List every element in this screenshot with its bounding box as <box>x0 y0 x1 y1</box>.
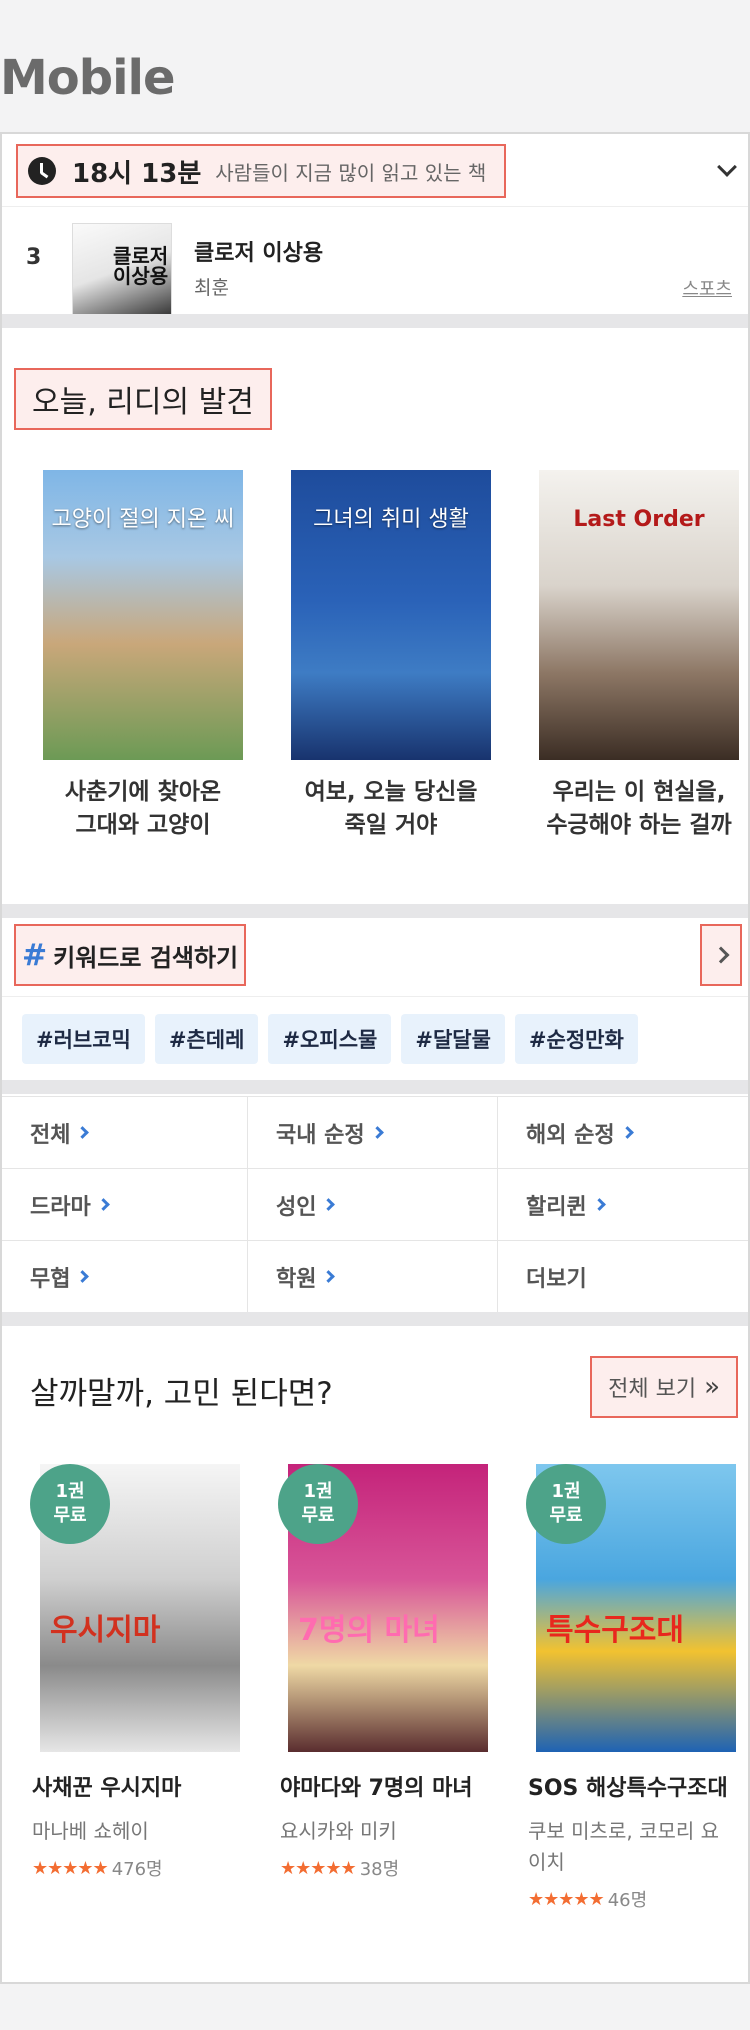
keyword-chip[interactable]: #오피스물 <box>268 1014 392 1064</box>
keyword-chip[interactable]: #츤데레 <box>154 1014 259 1064</box>
rating-count: 38명 <box>359 1859 400 1880</box>
book-title: 여보, 오늘 당신을 죽일 거야 <box>304 779 478 839</box>
chevron-right-icon <box>322 1270 336 1283</box>
free-badge: 1권 무료 <box>278 1464 358 1544</box>
book-cover: Last Order <box>539 470 739 760</box>
double-chevron-icon: » <box>704 1372 720 1402</box>
hash-icon: # <box>22 937 48 973</box>
discovery-title: 오늘, 리디의 발견 <box>14 368 272 430</box>
recommend-title: 살까말까, 고민 된다면? <box>30 1376 333 1412</box>
book-cover: 클로저 이상용 <box>72 223 172 315</box>
rating-count: 46명 <box>607 1890 648 1911</box>
section-divider <box>2 1080 748 1094</box>
category-item[interactable]: 할리퀸 <box>498 1169 748 1241</box>
book-genre-link[interactable]: 스포츠 <box>682 275 732 301</box>
recommend-book[interactable]: 1권 무료 특수구조대 SOS 해상특수구조대 쿠보 미츠로, 코모리 요이치 ★… <box>526 1464 736 1912</box>
keyword-chip[interactable]: #달달물 <box>401 1014 505 1064</box>
free-badge: 1권 무료 <box>30 1464 110 1544</box>
chevron-right-icon <box>592 1198 606 1211</box>
star-rating-icon: ★★★★★ <box>32 1857 109 1879</box>
book-title: 클로저 이상용 <box>194 241 324 266</box>
chevron-down-icon[interactable] <box>717 157 737 177</box>
chevron-right-icon <box>76 1270 90 1283</box>
recommend-book[interactable]: 1권 무료 7명의 마녀 야마다와 7명의 마녀 요시카와 미키 ★★★★★ 38… <box>278 1464 488 1881</box>
category-item[interactable]: 성인 <box>248 1169 498 1241</box>
discovery-book[interactable]: Last Order 우리는 이 현실을, 수긍해야 하는 걸까 <box>534 470 744 843</box>
book-author: 요시카와 미키 <box>280 1819 397 1843</box>
rating-count: 476명 <box>111 1859 163 1880</box>
clock-icon <box>28 157 56 185</box>
star-rating-icon: ★★★★★ <box>528 1888 605 1910</box>
category-more[interactable]: 더보기 <box>498 1241 748 1313</box>
category-item[interactable]: 전체 <box>2 1097 248 1169</box>
chevron-right-icon <box>322 1198 336 1211</box>
free-badge: 1권 무료 <box>526 1464 606 1544</box>
category-item[interactable]: 해외 순정 <box>498 1097 748 1169</box>
chevron-right-icon <box>96 1198 110 1211</box>
book-author: 쿠보 미츠로, 코모리 요이치 <box>528 1819 720 1874</box>
recommend-book[interactable]: 1권 무료 우시지마 사채꾼 우시지마 마나베 쇼헤이 ★★★★★ 476명 <box>30 1464 240 1881</box>
chevron-right-icon <box>76 1126 90 1139</box>
page-title: Mobile <box>0 50 176 106</box>
category-grid: 전체 국내 순정 해외 순정 드라마 성인 할리퀸 무협 학원 더보기 <box>2 1096 748 1313</box>
rating: ★★★★★ 38명 <box>278 1855 483 1881</box>
category-item[interactable]: 드라마 <box>2 1169 248 1241</box>
book-title: 사채꾼 우시지마 <box>32 1776 182 1801</box>
divider <box>2 996 748 997</box>
book-title: 야마다와 7명의 마녀 <box>280 1776 473 1801</box>
realtime-header[interactable]: 18시 13분 사람들이 지금 많이 읽고 있는 책 <box>16 144 506 198</box>
book-cover: 고양이 절의 지온 씨 <box>43 470 243 760</box>
star-rating-icon: ★★★★★ <box>280 1857 357 1879</box>
keyword-chip[interactable]: #러브코믹 <box>22 1014 145 1064</box>
discovery-book[interactable]: 고양이 절의 지온 씨 사춘기에 찾아온 그대와 고양이 <box>38 470 248 843</box>
view-all-button[interactable]: 전체 보기 » <box>590 1356 738 1418</box>
realtime-book-row[interactable]: 3 클로저 이상용 클로저 이상용 최훈 스포츠 <box>2 206 748 315</box>
keyword-search-title[interactable]: # 키워드로 검색하기 <box>14 924 247 986</box>
section-divider <box>2 314 748 328</box>
realtime-time: 18시 13분 <box>72 158 202 189</box>
discovery-book[interactable]: 그녀의 취미 생활 여보, 오늘 당신을 죽일 거야 <box>286 470 496 843</box>
mobile-frame: 18시 13분 사람들이 지금 많이 읽고 있는 책 3 클로저 이상용 클로저… <box>0 132 750 1984</box>
book-title: SOS 해상특수구조대 <box>528 1776 728 1801</box>
book-title: 우리는 이 현실을, 수긍해야 하는 걸까 <box>546 779 732 839</box>
category-item[interactable]: 학원 <box>248 1241 498 1313</box>
chevron-right-icon <box>370 1126 384 1139</box>
rating: ★★★★★ 476명 <box>30 1855 235 1881</box>
book-author: 마나베 쇼헤이 <box>32 1819 149 1843</box>
book-author: 최훈 <box>194 277 229 299</box>
section-divider <box>2 904 748 918</box>
book-title: 사춘기에 찾아온 그대와 고양이 <box>64 779 222 839</box>
keyword-chip[interactable]: #순정만화 <box>514 1014 638 1064</box>
keyword-chips: #러브코믹 #츤데레 #오피스물 #달달물 #순정만화 <box>22 1014 638 1064</box>
book-rank: 3 <box>26 245 42 270</box>
category-item[interactable]: 무협 <box>2 1241 248 1313</box>
realtime-caption: 사람들이 지금 많이 읽고 있는 책 <box>215 160 487 185</box>
chevron-right-icon <box>620 1126 634 1139</box>
rating: ★★★★★ 46명 <box>526 1886 731 1912</box>
section-divider <box>2 1312 748 1326</box>
chevron-right-icon[interactable] <box>700 924 742 986</box>
category-item[interactable]: 국내 순정 <box>248 1097 498 1169</box>
book-cover: 그녀의 취미 생활 <box>291 470 491 760</box>
